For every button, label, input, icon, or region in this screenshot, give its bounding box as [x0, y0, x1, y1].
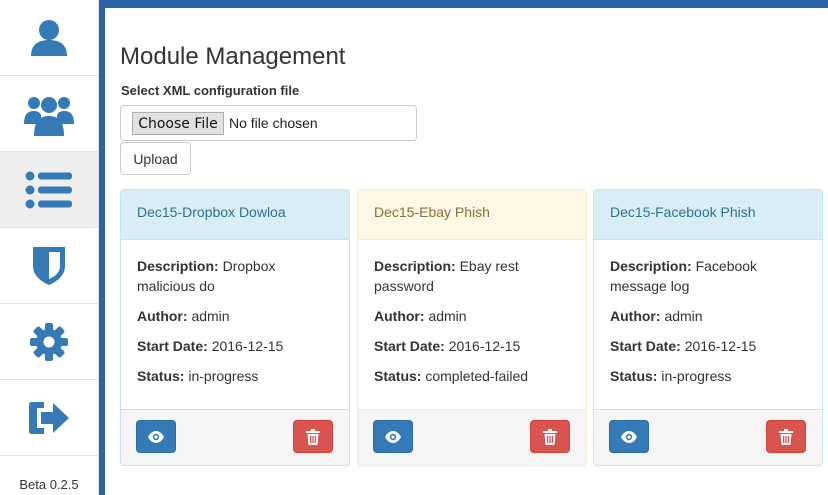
module-card: Dec15-Facebook Phish Description: Facebo… [593, 189, 823, 466]
start-date-label: Start Date: [137, 338, 208, 354]
list-icon [25, 171, 72, 208]
description-label: Description: [137, 258, 219, 274]
author-label: Author: [137, 308, 188, 324]
module-card-title: Dec15-Ebay Phish [358, 190, 586, 240]
view-module-button[interactable] [136, 420, 176, 453]
module-start-date: 2016-12-15 [448, 338, 521, 354]
file-status-text: No file chosen [229, 115, 318, 131]
version-label: Beta 0.2.5 [19, 477, 79, 492]
trash-icon [306, 428, 320, 445]
module-card-title: Dec15-Facebook Phish [594, 190, 822, 240]
start-date-label: Start Date: [374, 338, 445, 354]
sign-out-icon [29, 401, 69, 434]
description-label: Description: [610, 258, 692, 274]
author-label: Author: [610, 308, 661, 324]
module-status: in-progress [188, 368, 259, 384]
user-icon [31, 19, 67, 56]
author-label: Author: [374, 308, 425, 324]
status-label: Status: [374, 368, 422, 384]
eye-icon [148, 430, 164, 443]
shield-icon [33, 246, 65, 285]
page-title: Module Management [120, 43, 346, 70]
sidebar-item-profile[interactable] [0, 0, 98, 76]
delete-module-button[interactable] [530, 420, 570, 453]
frame-edge-top [99, 0, 828, 8]
delete-module-button[interactable] [293, 420, 333, 453]
module-card-body: Description: Facebook message log Author… [610, 256, 810, 396]
upload-button[interactable]: Upload [120, 142, 191, 175]
module-card-footer [594, 409, 822, 465]
module-status: in-progress [661, 368, 732, 384]
module-card-footer [358, 409, 586, 465]
status-label: Status: [610, 368, 658, 384]
module-start-date: 2016-12-15 [684, 338, 757, 354]
trash-icon [779, 428, 793, 445]
module-card-title: Dec15-Dropbox Dowloa [121, 190, 349, 240]
module-author: admin [428, 308, 467, 324]
choose-file-button[interactable]: Choose File [132, 112, 224, 135]
module-start-date: 2016-12-15 [211, 338, 284, 354]
description-label: Description: [374, 258, 456, 274]
sidebar: Beta 0.2.5 [0, 0, 99, 495]
sidebar-item-modules[interactable] [0, 152, 98, 228]
sidebar-item-users[interactable] [0, 76, 98, 152]
trash-icon [543, 428, 557, 445]
module-author: admin [664, 308, 703, 324]
module-card: Dec15-Dropbox Dowloa Description: Dropbo… [120, 189, 350, 466]
gear-icon [30, 322, 68, 361]
eye-icon [621, 430, 637, 443]
eye-icon [385, 430, 401, 443]
module-card-footer [121, 409, 349, 465]
delete-module-button[interactable] [766, 420, 806, 453]
file-input-label: Select XML configuration file [121, 83, 300, 98]
sidebar-item-security[interactable] [0, 228, 98, 304]
sidebar-item-logout[interactable] [0, 380, 98, 456]
module-card: Dec15-Ebay Phish Description: Ebay rest … [357, 189, 587, 466]
module-card-body: Description: Ebay rest password Author: … [374, 256, 574, 396]
users-group-icon [24, 96, 74, 136]
module-author: admin [191, 308, 230, 324]
module-status: completed-failed [425, 368, 529, 384]
sidebar-item-settings[interactable] [0, 304, 98, 380]
start-date-label: Start Date: [610, 338, 681, 354]
view-module-button[interactable] [373, 420, 413, 453]
status-label: Status: [137, 368, 185, 384]
module-card-body: Description: Dropbox malicious do Author… [137, 256, 337, 396]
view-module-button[interactable] [609, 420, 649, 453]
